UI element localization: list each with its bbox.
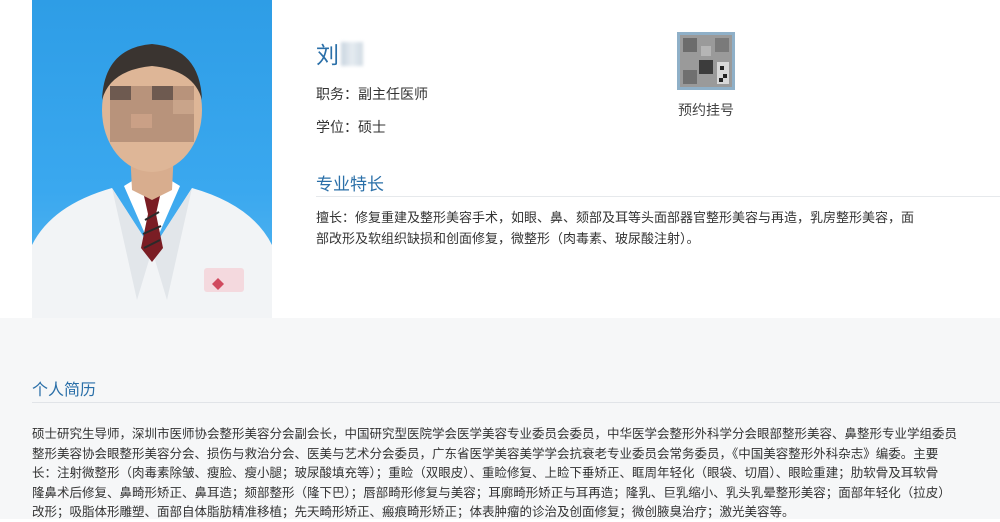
doctor-title: 职务：副主任医师 — [316, 87, 428, 103]
bio-line: 硕士研究生导师，深圳市医师协会整形美容分会副会长，中国研究型医院学会医学美容专业… — [32, 426, 958, 441]
name-redaction-blur — [341, 42, 363, 66]
bio-line: 长：注射微整形（肉毒素除皱、瘦脸、瘦小腿；玻尿酸填充等）；重睑（双眼皮）、重睑修… — [32, 465, 939, 480]
bio-text: 硕士研究生导师，深圳市医师协会整形美容分会副会长，中国研究型医院学会医学美容专业… — [32, 424, 1000, 522]
doctor-degree: 学位：硕士 — [316, 120, 386, 136]
bio-divider — [32, 402, 1000, 403]
specialty-line: 部改形及软组织缺损和创面修复，微整形（肉毒素、玻尿酸注射）。 — [316, 232, 700, 247]
specialty-heading: 专业特长 — [316, 175, 384, 195]
doctor-portrait-image — [32, 44, 272, 318]
doctor-name: 刘 — [316, 36, 363, 70]
booking-qr-code[interactable] — [677, 32, 735, 90]
bio-heading: 个人简历 — [32, 380, 97, 399]
doctor-name-text: 刘 — [316, 43, 339, 69]
doctor-photo — [32, 0, 272, 318]
bio-line: 整形美容协会眼整形美容分会、损伤与救治分会、医美与艺术分会委员，广东省医学美容美… — [32, 445, 939, 461]
specialty-divider — [316, 196, 1000, 197]
qr-code-icon — [677, 32, 735, 90]
specialty-text: 擅长：修复重建及整形美容手术，如眼、鼻、颏部及耳等头面部器官整形美容与再造，乳房… — [316, 208, 936, 250]
bio-line: 隆鼻术后修复、鼻畸形矫正、鼻耳造；颏部整形（隆下巴）；唇部畸形修复与美容；耳廓畸… — [32, 484, 951, 500]
specialty-line: 擅长：修复重建及整形美容手术，如眼、鼻、颏部及耳等头面部器官整形美容与再造，乳房… — [316, 211, 915, 226]
booking-label[interactable]: 预约挂号 — [677, 100, 735, 120]
